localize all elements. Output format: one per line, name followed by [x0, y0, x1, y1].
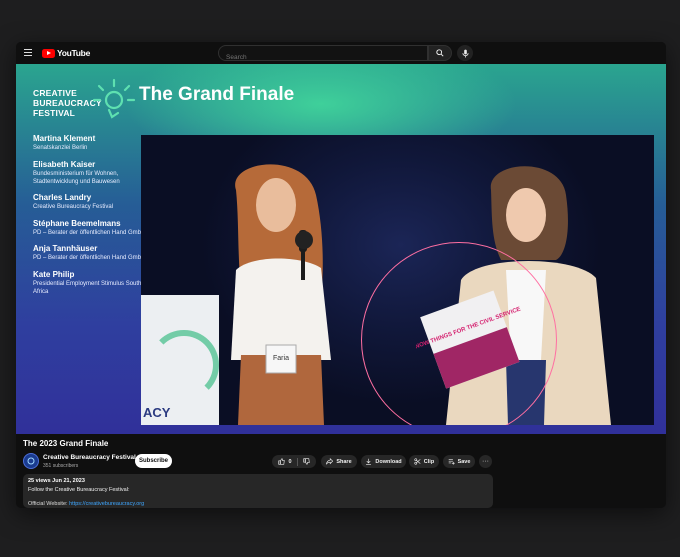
mic-icon — [461, 49, 469, 57]
speaker-role: Presidential Employment Stimulus South A… — [33, 280, 142, 295]
youtube-play-icon — [42, 48, 55, 58]
menu-icon[interactable] — [24, 49, 32, 56]
search-box[interactable] — [218, 45, 428, 65]
speaker-role: Creative Bureaucracy Festival — [33, 204, 114, 210]
search-input[interactable] — [219, 50, 427, 65]
highlight-circle — [361, 242, 557, 425]
like-dislike-group: 0 — [272, 455, 316, 468]
save-button[interactable]: Save — [443, 455, 475, 468]
share-icon — [326, 458, 334, 465]
subscriber-count: 351 subscribers — [43, 463, 79, 469]
speaker-name: Kate Philip — [33, 269, 75, 279]
description-box[interactable]: 25 views Jun 21, 2023 Follow the Creativ… — [23, 474, 493, 508]
download-icon — [366, 458, 372, 465]
speaker-item: Kate Philip Presidential Employment Stim… — [33, 270, 153, 296]
download-label: Download — [375, 458, 402, 465]
like-count[interactable]: 0 — [288, 459, 291, 465]
website-label: Official Website: — [28, 501, 68, 507]
website-link[interactable]: https://creativebureaucracy.org — [69, 501, 144, 507]
thumbs-down-icon[interactable] — [302, 458, 310, 465]
speaker-item: Martina Klement Senatskanzlei Berlin — [33, 134, 153, 152]
speaker-role: Senatskanzlei Berlin — [33, 145, 88, 151]
speaker-item: Elisabeth Kaiser Bundesministerium für W… — [33, 160, 153, 186]
download-button[interactable]: Download — [361, 455, 406, 468]
subscribe-button[interactable]: Subscribe — [135, 454, 172, 468]
clip-button[interactable]: Clip — [409, 455, 439, 468]
scissors-icon — [414, 458, 421, 465]
more-actions-button[interactable]: ··· — [479, 455, 492, 468]
channel-avatar[interactable] — [23, 453, 39, 469]
search-icon — [436, 49, 444, 57]
speaker-list: Martina Klement Senatskanzlei Berlin Eli… — [33, 134, 153, 303]
video-player[interactable]: CREATIVE BUREAUCRACY FESTIVAL The Grand … — [16, 64, 666, 434]
search-button[interactable] — [428, 45, 452, 61]
share-button[interactable]: Share — [321, 455, 357, 468]
festival-mark-icon — [92, 78, 136, 119]
speaker-name: Elisabeth Kaiser — [33, 159, 96, 169]
speaker-role: Bundesministerium für Wohnen, Stadtentwi… — [33, 170, 120, 185]
website-line: Official Website: https://creativebureau… — [28, 501, 488, 507]
stage-logo-text: ACY — [143, 405, 171, 420]
view-count-date: 25 views Jun 21, 2023 — [28, 478, 85, 484]
speaker-name: Charles Landry — [33, 193, 92, 202]
share-label: Share — [336, 458, 352, 465]
woman-left: Faria — [231, 164, 331, 425]
slide-title: The Grand Finale — [139, 84, 295, 105]
speaker-name: Anja Tannhäuser — [33, 244, 98, 253]
festival-logo: CREATIVE BUREAUCRACY FESTIVAL — [33, 78, 143, 119]
thumbs-up-icon[interactable] — [278, 458, 286, 465]
speaker-name: Stéphane Beemelmans — [33, 218, 121, 228]
speaker-role: PD – Berater der öffentlichen Hand GmbH — [33, 229, 146, 236]
save-label: Save — [457, 458, 471, 465]
playlist-add-icon — [448, 459, 455, 465]
logo-text: YouTube — [57, 48, 90, 58]
speaker-item: Charles Landry Creative Bureaucracy Fest… — [33, 193, 153, 211]
like-divider — [296, 457, 298, 466]
clip-label: Clip — [423, 458, 435, 465]
channel-logo-icon — [27, 457, 35, 465]
badge-text: Faria — [273, 355, 289, 362]
voice-search-button[interactable] — [457, 45, 473, 61]
speaker-item: Stéphane Beemelmans PD – Berater der öff… — [33, 219, 153, 237]
speaker-item: Anja Tannhäuser PD – Berater der öffentl… — [33, 244, 153, 262]
youtube-window: YouTube CREATIVE BUREAUCRACY FESTIVAL — [16, 42, 666, 508]
stage-photo: ACY Faria KNOW THINGS FOR THE CIVIL SERV… — [141, 135, 654, 425]
top-bar: YouTube — [16, 42, 666, 65]
description-line: Follow the Creative Bureaucracy Festival… — [28, 487, 130, 493]
channel-name[interactable]: Creative Bureaucracy Festival — [43, 454, 136, 461]
video-title: The 2023 Grand Finale — [23, 439, 109, 448]
youtube-logo[interactable]: YouTube — [42, 48, 90, 58]
speaker-name: Martina Klement — [33, 134, 96, 143]
speaker-role: PD – Berater der öffentlichen Hand GmbH — [33, 255, 146, 261]
